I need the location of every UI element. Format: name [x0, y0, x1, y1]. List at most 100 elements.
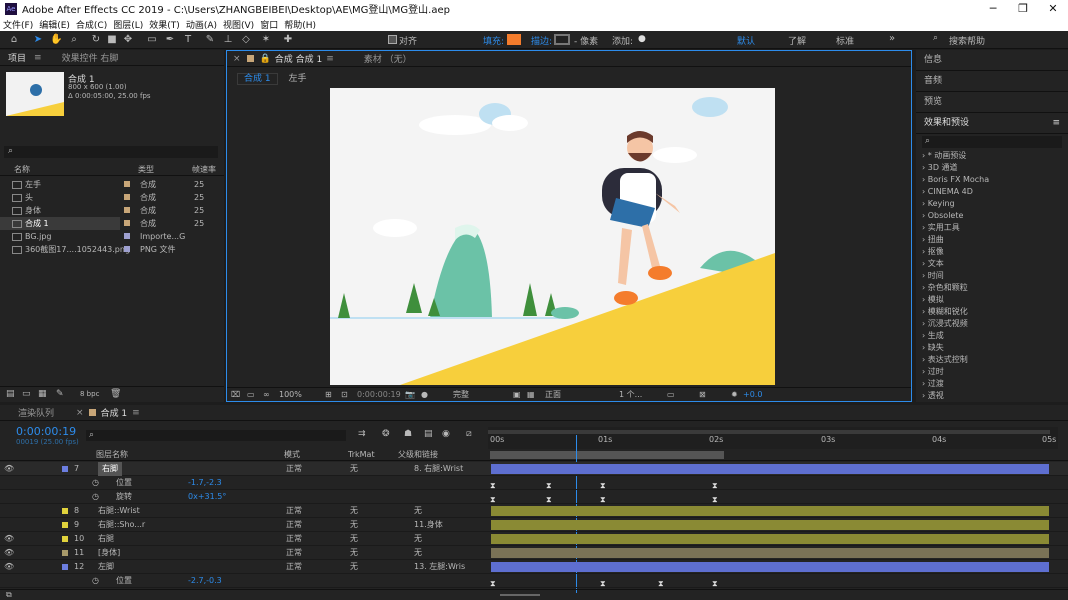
panel-menu-icon[interactable]: ≡ — [34, 53, 42, 63]
flowchart-icon[interactable]: ⊠ — [699, 388, 706, 402]
effects-category[interactable]: › 模糊和锐化 — [916, 306, 1068, 318]
effects-category[interactable]: › 表达式控制 — [916, 354, 1068, 366]
tab-effect-controls[interactable]: 效果控件 右脚 — [62, 51, 119, 64]
zoom-slider[interactable] — [500, 594, 540, 596]
frame-blend-icon[interactable]: ▤ — [424, 429, 433, 439]
effects-category[interactable]: › 3D 通道 — [916, 162, 1068, 174]
layer-row[interactable]: 8 右腿::Wrist 正常 无 无 — [0, 504, 1068, 518]
effects-category[interactable]: › 生成 — [916, 330, 1068, 342]
puppet-tool-icon[interactable]: ✚ — [282, 34, 294, 46]
draft-3d-icon[interactable]: ❂ — [382, 429, 390, 439]
effects-category[interactable]: › Obsolete — [916, 210, 1068, 222]
mode-dropdown[interactable]: 正常 — [286, 504, 302, 518]
tab-footage[interactable]: 素材 （无） — [364, 52, 412, 65]
parent-dropdown[interactable]: 无 — [414, 546, 422, 560]
fill-swatch[interactable] — [507, 34, 521, 45]
roto-brush-icon[interactable]: ✶ — [260, 34, 272, 46]
audio-panel[interactable]: 音频 — [916, 71, 1068, 92]
layer-name[interactable]: 右腿::Sho...r — [98, 518, 145, 532]
effects-category[interactable]: › 模拟 — [916, 294, 1068, 306]
interpret-footage-icon[interactable]: ▤ — [6, 389, 15, 399]
layer-bar[interactable] — [491, 548, 1049, 558]
tab-project[interactable]: 项目 — [8, 51, 26, 64]
property-value[interactable]: -1.7,-2.3 — [188, 476, 222, 490]
eraser-tool-icon[interactable]: ◇ — [240, 34, 252, 46]
current-time[interactable]: 0:00:00:19 — [357, 388, 401, 402]
effects-category[interactable]: › 扭曲 — [916, 234, 1068, 246]
workspace-learn[interactable]: 了解 — [788, 34, 806, 47]
text-tool-icon[interactable]: T — [182, 34, 194, 46]
layer-name[interactable]: 右腿::Wrist — [98, 504, 140, 518]
hand-tool-icon[interactable]: ✋ — [50, 34, 62, 46]
new-comp-icon[interactable]: ▦ — [38, 389, 47, 399]
layer-name[interactable]: 右腿 — [98, 532, 114, 546]
label-swatch[interactable] — [62, 564, 68, 570]
tab-composition[interactable]: 合成 合成 1 — [275, 52, 322, 65]
project-item[interactable]: 身体 合成 25 — [0, 204, 224, 217]
bpc-label[interactable]: 8 bpc — [80, 390, 99, 398]
effects-category[interactable]: › 抠像 — [916, 246, 1068, 258]
label-swatch[interactable] — [62, 536, 68, 542]
brush-tool-icon[interactable]: ✎ — [204, 34, 216, 46]
property-row[interactable]: ◷ 旋转 0x+31.5° ⧗ ⧗ ⧗ ⧗ — [0, 490, 1068, 504]
layer-row[interactable]: 👁 10 右腿 正常 无 无 — [0, 532, 1068, 546]
project-item-selected[interactable]: 合成 1 — [0, 217, 120, 230]
effects-category[interactable]: › Boris FX Mocha — [916, 174, 1068, 186]
col-type[interactable]: 类型 — [138, 164, 154, 176]
exposure-icon[interactable]: ✹ — [731, 388, 738, 402]
col-fps[interactable]: 帧速率 — [192, 164, 216, 176]
pan-behind-tool-icon[interactable]: ✥ — [122, 34, 134, 46]
menu-file[interactable]: 文件(F) — [3, 18, 33, 31]
trkmat-dropdown[interactable]: 无 — [350, 462, 358, 476]
label-swatch[interactable] — [124, 246, 130, 252]
trkmat-dropdown[interactable]: 无 — [350, 560, 358, 574]
label-swatch[interactable] — [124, 233, 130, 239]
menu-help[interactable]: 帮助(H) — [284, 18, 316, 31]
property-value[interactable]: 0x+31.5° — [188, 490, 226, 504]
effects-category[interactable]: › Keying — [916, 198, 1068, 210]
grid-icon[interactable]: ⊞ — [325, 388, 332, 402]
effects-category[interactable]: › 杂色和颗粒 — [916, 282, 1068, 294]
vr-icon[interactable]: ∞ — [263, 388, 270, 402]
label-swatch[interactable] — [62, 522, 68, 528]
minimize-icon[interactable]: ─ — [978, 0, 1008, 17]
layer-name[interactable]: [身体] — [98, 546, 120, 560]
project-item[interactable]: 360截图17....1052443.png PNG 文件 — [0, 243, 224, 256]
property-row[interactable]: ◷ 位置 -2.7,-0.3 ⧗ ⧗ ⧗ ⧗ — [0, 574, 1068, 588]
close-icon[interactable]: ✕ — [1038, 0, 1068, 17]
project-search-input[interactable]: ⌕ — [4, 146, 218, 158]
timeline-search-input[interactable]: ⌕ — [86, 430, 346, 441]
effects-category[interactable]: › CINEMA 4D — [916, 186, 1068, 198]
menu-animation[interactable]: 动画(A) — [186, 18, 217, 31]
motion-blur-icon[interactable]: ◉ — [442, 429, 450, 439]
zoom-dropdown[interactable]: 100% — [279, 388, 302, 402]
home-icon[interactable]: ⌂ — [8, 34, 20, 46]
rectangle-tool-icon[interactable]: ▭ — [146, 34, 158, 46]
project-settings-icon[interactable]: ✎ — [56, 389, 64, 399]
resolution-dropdown[interactable]: 完整 — [453, 388, 469, 402]
timecode[interactable]: 0:00:00:19 — [16, 425, 76, 438]
close-icon[interactable]: × — [233, 54, 241, 64]
align-checkbox[interactable] — [388, 35, 397, 44]
menu-effect[interactable]: 效果(T) — [149, 18, 180, 31]
label-swatch[interactable] — [124, 207, 130, 213]
layer-row[interactable]: 9 右腿::Sho...r 正常 无 11.身体 — [0, 518, 1068, 532]
eye-icon[interactable]: 👁 — [4, 532, 14, 546]
menu-edit[interactable]: 编辑(E) — [39, 18, 70, 31]
work-area-bar[interactable] — [488, 430, 1050, 434]
parent-dropdown[interactable]: 11.身体 — [414, 518, 443, 532]
layer-row[interactable]: 👁 11 [身体] 正常 无 无 — [0, 546, 1068, 560]
trkmat-dropdown[interactable]: 无 — [350, 532, 358, 546]
project-item[interactable]: BG.jpg Importe...G — [0, 230, 224, 243]
trkmat-dropdown[interactable]: 无 — [350, 518, 358, 532]
property-value[interactable]: -2.7,-0.3 — [188, 574, 222, 588]
new-folder-icon[interactable]: ▭ — [22, 389, 31, 399]
effects-category[interactable]: › 实用工具 — [916, 222, 1068, 234]
mode-dropdown[interactable]: 正常 — [286, 462, 302, 476]
view-layout-dropdown[interactable]: 1 个... — [619, 388, 642, 402]
col-parent[interactable]: 父级和链接 — [398, 449, 438, 461]
workspace-default[interactable]: 默认 — [737, 34, 755, 47]
layer-bar[interactable] — [491, 520, 1049, 530]
stopwatch-icon[interactable]: ◷ — [92, 574, 99, 588]
effects-presets-title[interactable]: 效果和预设 — [924, 118, 969, 128]
